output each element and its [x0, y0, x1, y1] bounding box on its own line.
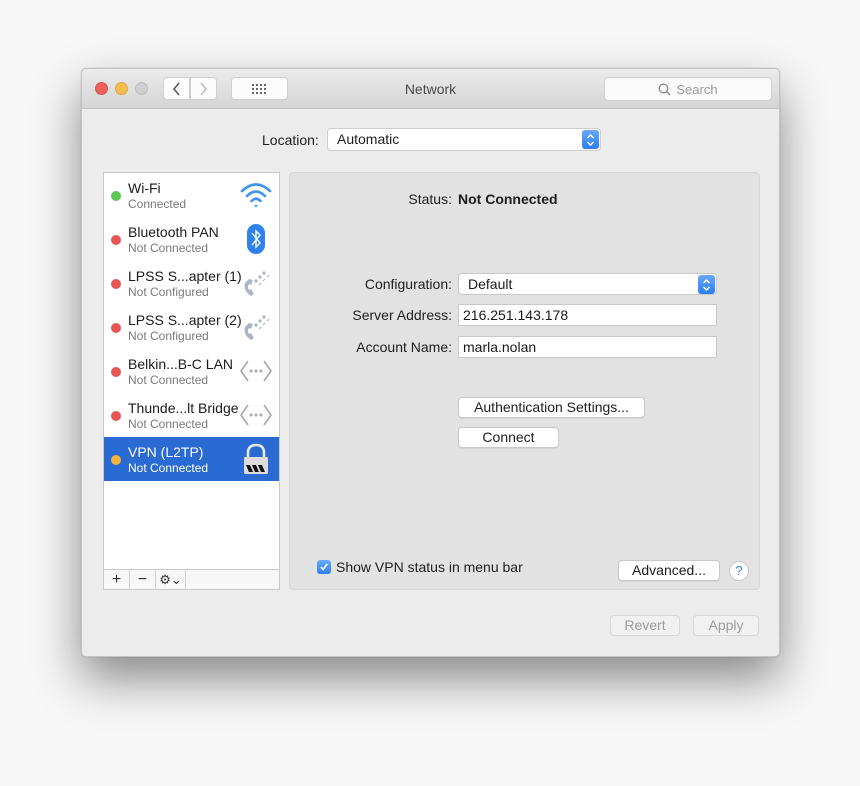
service-name: LPSS S...apter (1) — [128, 268, 242, 284]
phone-modem-icon — [244, 271, 270, 296]
service-status: Connected — [128, 197, 187, 211]
status-value: Not Connected — [458, 191, 558, 207]
service-name: Bluetooth PAN — [128, 224, 219, 240]
title-bar: Network Search — [82, 69, 779, 109]
remove-service-button[interactable]: − — [130, 570, 156, 589]
service-item-wifi[interactable]: Wi-Fi Connected — [104, 173, 279, 217]
show-vpn-status-checkbox[interactable] — [317, 560, 331, 574]
service-name: Belkin...B-C LAN — [128, 356, 234, 372]
status-dot — [111, 279, 121, 289]
account-name-label: Account Name: — [356, 339, 452, 355]
connect-button[interactable]: Connect — [458, 427, 559, 448]
server-address-label: Server Address: — [352, 307, 452, 323]
status-dot — [111, 191, 121, 201]
service-name: Wi-Fi — [128, 180, 161, 196]
phone-modem-icon — [244, 315, 270, 340]
network-preferences-window: Network Search Location: Automatic Wi-Fi… — [81, 68, 780, 657]
configuration-label: Configuration: — [364, 276, 452, 292]
service-status: Not Connected — [128, 461, 209, 475]
search-field[interactable]: Search — [604, 77, 772, 101]
service-list: Wi-Fi Connected Bluetooth PAN Not Connec… — [103, 172, 280, 590]
authentication-settings-button[interactable]: Authentication Settings... — [458, 397, 645, 418]
apply-button[interactable]: Apply — [693, 615, 759, 636]
service-status: Not Configured — [128, 329, 209, 343]
service-status: Not Connected — [128, 373, 209, 387]
service-item-lpss-1[interactable]: LPSS S...apter (1) Not Configured — [104, 261, 279, 305]
wifi-icon — [240, 183, 272, 208]
service-name: Thunde...lt Bridge — [128, 400, 239, 416]
status-dot — [111, 323, 121, 333]
location-popup[interactable]: Automatic — [327, 128, 601, 151]
status-dot — [111, 367, 121, 377]
status-dot — [111, 235, 121, 245]
service-status: Not Configured — [128, 285, 209, 299]
service-name: LPSS S...apter (2) — [128, 312, 242, 328]
revert-button[interactable]: Revert — [610, 615, 680, 636]
action-menu-button[interactable]: ⚙⌄ — [156, 570, 186, 589]
location-label: Location: — [262, 132, 319, 148]
ethernet-icon — [240, 404, 272, 426]
advanced-button[interactable]: Advanced... — [618, 560, 720, 581]
service-item-lpss-2[interactable]: LPSS S...apter (2) Not Configured — [104, 305, 279, 349]
service-list-toolbar: + − ⚙⌄ — [103, 569, 280, 590]
checkmark-icon — [320, 563, 328, 571]
account-name-input[interactable] — [458, 336, 717, 358]
add-service-button[interactable]: + — [104, 570, 130, 589]
gear-icon: ⚙⌄ — [159, 571, 182, 587]
status-dot — [111, 455, 121, 465]
ethernet-icon — [240, 360, 272, 382]
status-label: Status: — [408, 191, 452, 207]
vpn-detail-panel: Status: Not Connected Configuration: Def… — [289, 172, 760, 590]
service-name: VPN (L2TP) — [128, 444, 204, 460]
status-dot — [111, 411, 121, 421]
service-item-vpn-l2tp[interactable]: VPN (L2TP) Not Connected — [104, 437, 279, 481]
configuration-value: Default — [468, 276, 513, 292]
search-placeholder: Search — [676, 81, 718, 97]
service-status: Not Connected — [128, 241, 209, 255]
show-vpn-status-label[interactable]: Show VPN status in menu bar — [336, 559, 523, 575]
updown-chevron-icon — [582, 130, 599, 149]
lock-icon — [244, 443, 268, 474]
bluetooth-icon — [247, 224, 265, 254]
help-button[interactable]: ? — [729, 561, 749, 581]
updown-chevron-icon — [698, 275, 715, 294]
search-icon — [658, 83, 671, 95]
service-status: Not Connected — [128, 417, 209, 431]
service-item-belkin-lan[interactable]: Belkin...B-C LAN Not Connected — [104, 349, 279, 393]
server-address-input[interactable] — [458, 304, 717, 326]
service-item-bluetooth-pan[interactable]: Bluetooth PAN Not Connected — [104, 217, 279, 261]
configuration-popup[interactable]: Default — [458, 273, 717, 295]
service-item-thunderbolt-bridge[interactable]: Thunde...lt Bridge Not Connected — [104, 393, 279, 437]
location-value: Automatic — [337, 131, 400, 147]
